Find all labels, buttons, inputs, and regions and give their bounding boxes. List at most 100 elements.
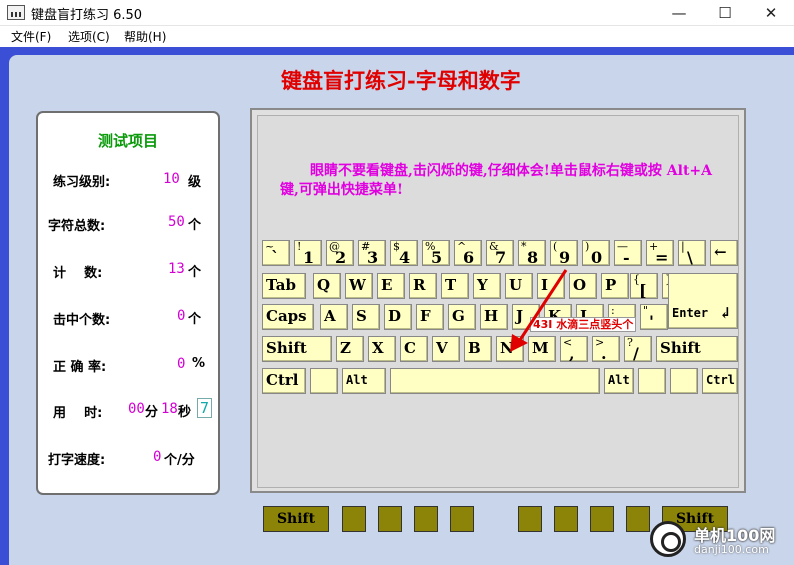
app-keyboard-icon	[7, 5, 25, 20]
key-sym0: ~ `	[262, 240, 290, 266]
finger-indicator-5	[518, 506, 542, 532]
keyboard-area: 眼睛不要看键盘,击闪烁的键,仔细体会!单击鼠标右键或按 Alt+A 键,可弹出快…	[250, 108, 746, 493]
key-f-label: F	[420, 307, 431, 325]
key-caps: Caps	[262, 304, 314, 330]
main-panel: 键盘盲打练习-字母和数字 测试项目 练习级别: 10 级 字符总数: 50 个 …	[9, 55, 794, 565]
key-t: T	[441, 273, 469, 299]
maximize-button[interactable]: ☐	[702, 0, 748, 26]
key-g: G	[448, 304, 476, 330]
count-unit: 个	[188, 265, 202, 280]
menu-help[interactable]: 帮助(H)	[124, 28, 166, 45]
key-sym11: — -	[614, 240, 642, 266]
key-enter-label: Enter	[672, 306, 709, 320]
key-z-label: Z	[340, 339, 351, 357]
key-tab: Tab	[262, 273, 306, 299]
key-tooltip: 43I 水滴三点竖头个	[530, 317, 637, 332]
key-backspace: ←	[710, 240, 738, 266]
key-quote-shift-label: "	[643, 304, 649, 317]
speed-unit: 个/分	[164, 453, 195, 468]
key-7-label: 7	[495, 248, 507, 266]
level-unit: 级	[188, 175, 202, 190]
key-semicolon-shift-label: :	[611, 304, 615, 317]
level-value: 10	[163, 171, 180, 187]
count-value: 13	[168, 261, 185, 277]
key-6-label: 6	[463, 248, 475, 266]
enter-arrow-icon: ↲	[719, 304, 732, 322]
key-4: $4	[390, 240, 418, 266]
key-0-label: 0	[591, 248, 603, 266]
key-4-label: 4	[399, 248, 411, 266]
key-right-alt-label: Alt	[608, 373, 630, 387]
menu-options[interactable]: 选项(C)	[68, 28, 110, 45]
key-sym12-label: =	[655, 248, 669, 266]
key-left-ctrl: Ctrl	[262, 368, 306, 394]
key-caps-label: Caps	[266, 307, 307, 325]
key-5: % 5	[422, 240, 450, 266]
finger-indicator-4	[450, 506, 474, 532]
key-0-shift-label: )	[585, 240, 590, 253]
key-s: S	[352, 304, 380, 330]
key-n-label: N	[500, 339, 514, 357]
stats-panel: 测试项目 练习级别: 10 级 字符总数: 50 个 计 数: 13 个 击中个…	[36, 111, 220, 495]
speed-label: 打字速度:	[48, 453, 106, 468]
key-i-label: I	[541, 276, 549, 294]
key-2-label: 2	[335, 248, 347, 266]
hits-label: 击中个数:	[53, 313, 111, 328]
key-space	[390, 368, 600, 394]
key-left-bracket-label: [	[639, 281, 647, 299]
title-bar: 键盘盲打练习 6.50 — ☐ ✕	[0, 0, 794, 26]
key-comma: <,	[560, 336, 588, 362]
speed-value: 0	[153, 449, 162, 465]
key-7: & 7	[486, 240, 514, 266]
key-9-label: 9	[559, 248, 571, 266]
close-button[interactable]: ✕	[748, 0, 794, 26]
finger-indicator-7	[590, 506, 614, 532]
key-period: >.	[592, 336, 620, 362]
key-m: M	[528, 336, 556, 362]
accuracy-value: 0	[177, 356, 186, 372]
key-z: Z	[336, 336, 364, 362]
key-c-label: C	[404, 339, 416, 357]
key-u: U	[505, 273, 533, 299]
key-b: B	[464, 336, 492, 362]
key-left-bracket: {[	[630, 273, 658, 299]
minimize-button[interactable]: —	[656, 0, 702, 26]
key-t-label: T	[445, 276, 457, 294]
finger-indicator-1	[342, 506, 366, 532]
key-1: ! 1	[294, 240, 322, 266]
menu-file[interactable]: 文件(F)	[11, 28, 51, 45]
hint-text: 眼睛不要看键盘,击闪烁的键,仔细体会!单击鼠标右键或按 Alt+A 键,可弹出快…	[280, 163, 713, 198]
seconds-box: 7	[197, 398, 212, 418]
time-minutes-unit: 分	[145, 405, 159, 420]
key-menu	[670, 368, 698, 394]
key-left-alt: Alt	[342, 368, 386, 394]
window-title: 键盘盲打练习 6.50	[31, 8, 143, 23]
watermark-logo-icon	[650, 521, 686, 557]
key-sym11-label: -	[623, 248, 630, 266]
key-d: D	[384, 304, 412, 330]
keyboard-inner: 眼睛不要看键盘,击闪烁的键,仔细体会!单击鼠标右键或按 Alt+A 键,可弹出快…	[257, 115, 739, 488]
key-b-label: B	[468, 339, 481, 357]
key-u-label: U	[509, 276, 523, 294]
key-x-label: X	[372, 339, 384, 357]
key-8-shift-label: *	[521, 240, 527, 253]
key-1-shift-label: !	[297, 240, 302, 253]
key-9-shift-label: (	[553, 240, 558, 253]
key-g-label: G	[452, 307, 465, 325]
key-j-label: J	[516, 307, 524, 325]
key-left-shift-label: Shift	[266, 339, 307, 357]
key-v: V	[432, 336, 460, 362]
menu-bar: 文件(F) 选项(C) 帮助(H)	[0, 26, 794, 47]
key-p: P	[601, 273, 629, 299]
key-backspace-label: ←	[714, 243, 727, 261]
total-unit: 个	[188, 218, 202, 233]
key-d-label: D	[388, 307, 402, 325]
count-label: 计 数:	[53, 266, 103, 281]
client-area: 键盘盲打练习-字母和数字 测试项目 练习级别: 10 级 字符总数: 50 个 …	[0, 47, 794, 565]
page-title: 键盘盲打练习-字母和数字	[281, 68, 521, 93]
key-enter: Enter ↲	[668, 273, 738, 329]
accuracy-unit: %	[192, 356, 206, 371]
key-left-alt-label: Alt	[346, 373, 368, 387]
key-quote: " '	[640, 304, 668, 330]
time-seconds-unit: 秒	[178, 405, 192, 420]
